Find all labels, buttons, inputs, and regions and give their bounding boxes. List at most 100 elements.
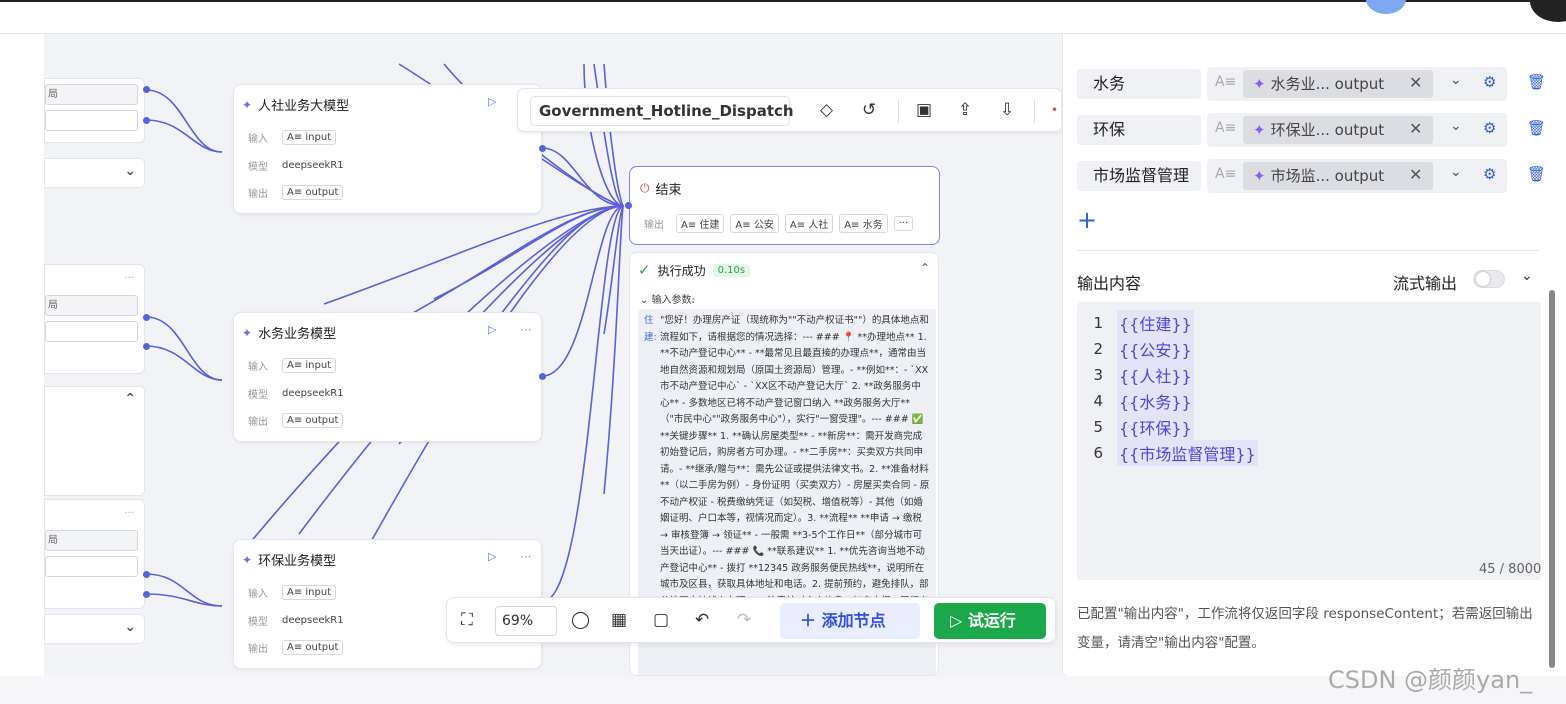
run-time-badge: 0.10s xyxy=(712,263,751,277)
input-value: input xyxy=(305,587,332,598)
output-value: output xyxy=(305,415,339,426)
clear-icon[interactable]: ✕ xyxy=(1409,73,1422,92)
editor-code: {{公安}} xyxy=(1117,336,1194,362)
left-node-card[interactable]: 局 xyxy=(44,78,145,143)
more-icon[interactable]: ··· xyxy=(520,323,531,337)
add-node-button[interactable]: ＋ 添加节点 xyxy=(780,603,920,639)
chevron-down-icon[interactable]: ⌄ xyxy=(1450,118,1462,134)
editor-line: 2 {{公安}} xyxy=(1077,336,1541,362)
history-icon[interactable]: ↺ xyxy=(862,100,876,120)
play-icon[interactable]: ▷ xyxy=(488,550,496,563)
end-node[interactable]: ⏻ 结束 输出 A≡ 住建 A≡ 公安 A≡ 人社 A≡ 水务 ··· xyxy=(629,166,940,245)
scrollbar[interactable] xyxy=(1549,290,1555,668)
connector-dot[interactable] xyxy=(143,314,150,321)
connector-dot[interactable] xyxy=(143,571,150,578)
left-node-input[interactable] xyxy=(45,321,138,342)
connector-dot[interactable] xyxy=(143,117,150,124)
end-output-value: 水务 xyxy=(862,220,883,231)
connector-dot[interactable] xyxy=(539,145,546,152)
input-tag: A≡ input xyxy=(282,358,337,373)
trash-icon[interactable]: 🗑 xyxy=(1527,165,1546,183)
run-status: 执行成功 xyxy=(657,263,706,278)
map-icon[interactable]: ▦ xyxy=(611,610,627,630)
variable-source-select[interactable]: A≡ ✦ 环保业... output ✕ ⌄ ⚙ xyxy=(1207,113,1507,147)
workflow-toolbar: Government_Hotline_Dispatch ◇ ↺ ▣ ⇪ ⇩ • xyxy=(517,88,1062,132)
left-node-input[interactable] xyxy=(45,110,138,131)
text-type-icon: A≡ xyxy=(1215,120,1237,136)
left-node-card[interactable]: ··· 局 xyxy=(44,264,145,374)
connector-dot[interactable] xyxy=(625,202,632,209)
variable-name[interactable]: 市场监督管理 xyxy=(1077,161,1201,191)
output-tag: A≡ output xyxy=(282,185,344,200)
line-number: 6 xyxy=(1093,444,1103,462)
clear-icon[interactable]: ✕ xyxy=(1409,119,1422,138)
variable-name[interactable]: 环保 xyxy=(1077,115,1201,145)
sparkle-icon: ✦ xyxy=(242,97,253,112)
line-number: 5 xyxy=(1093,418,1103,436)
test-run-button[interactable]: ▷ 试运行 xyxy=(934,603,1046,639)
line-number: 4 xyxy=(1093,392,1103,410)
connector-dot[interactable] xyxy=(539,373,546,380)
upload-icon[interactable]: ⇪ xyxy=(958,100,972,120)
connector-dot[interactable] xyxy=(143,86,150,93)
clear-icon[interactable]: ✕ xyxy=(1409,165,1422,184)
variable-source-select[interactable]: A≡ ✦ 市场监... output ✕ ⌄ ⚙ xyxy=(1207,159,1507,193)
variable-source-select[interactable]: A≡ ✦ 水务业... output ✕ ⌄ ⚙ xyxy=(1207,67,1507,101)
chevron-down-icon[interactable]: ⌄ xyxy=(1450,164,1462,180)
chevron-down-icon[interactable]: ⌄ xyxy=(1450,72,1462,88)
play-icon: ▷ xyxy=(950,611,968,630)
redo-icon[interactable]: ↷ xyxy=(737,610,751,630)
undo-icon[interactable]: ↶ xyxy=(695,610,709,630)
left-node-panel[interactable]: ⌃ xyxy=(44,386,145,496)
left-node-select[interactable]: ⌄ xyxy=(44,158,145,188)
more-icon[interactable]: ··· xyxy=(124,273,134,284)
chevron-down-icon[interactable]: ⌄ xyxy=(1521,268,1533,284)
params-section[interactable]: ⌄ 输入参数: xyxy=(640,291,695,306)
gear-icon[interactable]: ⚙ xyxy=(1483,165,1496,183)
play-icon[interactable]: ▷ xyxy=(488,95,496,108)
top-bar xyxy=(0,0,1566,34)
wire xyxy=(593,63,625,207)
chevron-up-icon[interactable]: ⌃ xyxy=(920,261,930,275)
end-output-value: 住建 xyxy=(699,220,720,231)
gear-icon[interactable]: ⚙ xyxy=(1483,73,1496,91)
output-content-editor[interactable]: 1 {{住建}} 2 {{公安}} 3 {{人社}} 4 {{水务}} 5 {{环保}} … xyxy=(1077,302,1541,580)
avatar[interactable] xyxy=(1366,0,1406,14)
add-variable-button[interactable]: + xyxy=(1077,206,1097,234)
workflow-name[interactable]: Government_Hotline_Dispatch xyxy=(530,96,794,126)
trash-icon[interactable]: 🗑 xyxy=(1527,73,1546,91)
workflow-canvas[interactable]: 局 ⌄ ··· 局 ⌃ ··· 局 ⌄ ✦ 人社业务大模型 ▷ 输入 A≡ inpu… xyxy=(44,34,1066,676)
connector-dot[interactable] xyxy=(143,591,150,598)
save-icon[interactable]: ▣ xyxy=(916,100,932,120)
sparkle-icon: ✦ xyxy=(1253,75,1266,93)
variable-chip: ✦ 市场监... output xyxy=(1243,162,1433,190)
variable-chip: ✦ 环保业... output xyxy=(1243,116,1433,144)
divider xyxy=(898,99,899,123)
connector-dot[interactable] xyxy=(143,343,150,350)
tag-icon[interactable]: ◇ xyxy=(820,100,833,120)
close-icon[interactable]: • xyxy=(1051,103,1058,117)
variable-name[interactable]: 水务 xyxy=(1077,69,1201,99)
gear-icon[interactable]: ⚙ xyxy=(1483,119,1496,137)
llm-node-water[interactable]: ✦ 水务业务模型 ▷ ··· 输入 A≡ input 模型 deepseekR1 输出… xyxy=(233,312,542,442)
comment-icon[interactable]: ▢ xyxy=(653,610,669,630)
left-node-card[interactable]: ··· 局 xyxy=(44,499,145,609)
more-icon[interactable]: ··· xyxy=(124,508,134,519)
test-run-label: 试运行 xyxy=(967,611,1016,630)
left-node-select[interactable]: ⌄ xyxy=(44,614,145,644)
download-icon[interactable]: ⇩ xyxy=(1000,100,1014,120)
trash-icon[interactable]: 🗑 xyxy=(1527,119,1546,137)
left-node-input[interactable] xyxy=(45,556,138,577)
more-outputs-button[interactable]: ··· xyxy=(893,216,914,231)
zoom-input[interactable]: 69% xyxy=(495,606,557,636)
layout-icon[interactable]: ⛶ xyxy=(461,610,473,630)
output-variable-row: 水务 A≡ ✦ 水务业... output ✕ ⌄ ⚙ 🗑 xyxy=(1077,67,1546,101)
chip-output: output xyxy=(1334,121,1385,139)
llm-node-hrss[interactable]: ✦ 人社业务大模型 ▷ 输入 A≡ input 模型 deepseekR1 输出 A≡ … xyxy=(233,84,542,214)
more-icon[interactable]: ··· xyxy=(520,550,531,564)
chevron-down-icon: ⌄ xyxy=(124,163,136,179)
end-output-tag: A≡ 住建 xyxy=(676,214,725,233)
mouse-icon[interactable]: ◯ xyxy=(571,610,590,630)
play-icon[interactable]: ▷ xyxy=(488,323,496,336)
stream-output-toggle[interactable] xyxy=(1473,270,1505,288)
